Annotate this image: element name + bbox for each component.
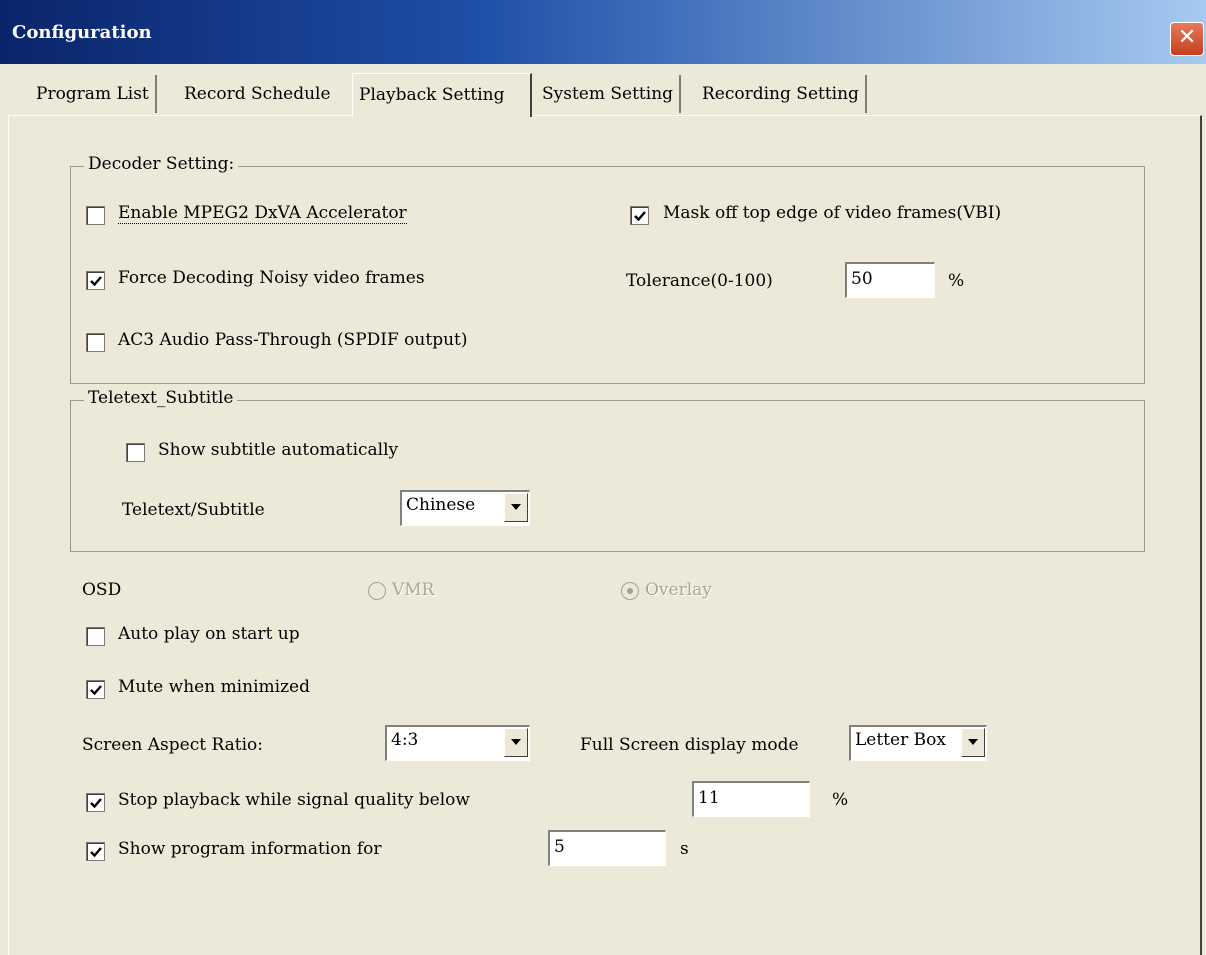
chevron-down-icon [968,739,978,745]
signal-quality-unit: % [832,790,849,810]
auto-play-label: Auto play on start up [118,624,300,644]
title-bar: Configuration ✕ [0,0,1206,64]
mask-vbi-label: Mask off top edge of video frames(VBI) [663,203,1002,223]
chevron-down-icon [511,504,521,510]
stop-playback-label: Stop playback while signal quality below [118,790,470,810]
ac3-label: AC3 Audio Pass-Through (SPDIF output) [118,330,468,350]
teletext-subtitle-title: Teletext_Subtitle [84,388,238,408]
tab-label: Playback Setting [359,85,505,105]
close-button[interactable]: ✕ [1170,22,1204,56]
check-icon [634,211,646,222]
show-info-unit: s [680,839,689,859]
check-icon [90,847,102,858]
osd-vmr-label: VMR [392,580,435,600]
osd-overlay-radio[interactable] [621,582,639,600]
check-icon [90,276,102,287]
stop-playback-checkbox[interactable] [86,793,105,812]
tab-system-setting[interactable]: System Setting [536,75,682,113]
aspect-ratio-select[interactable]: 4:3 [385,725,530,761]
chevron-down-icon [511,739,521,745]
tab-recording-setting[interactable]: Recording Setting [696,75,867,113]
tab-label: Program List [36,84,149,104]
show-info-seconds-input[interactable]: 5 [548,830,666,866]
fullscreen-mode-label: Full Screen display mode [580,735,799,755]
tolerance-unit: % [948,271,965,291]
check-icon [90,798,102,809]
tab-program-list[interactable]: Program List [30,75,157,113]
radio-selected-dot [627,588,633,594]
mask-vbi-checkbox[interactable] [630,206,649,225]
tab-label: Record Schedule [184,84,331,104]
tolerance-input[interactable]: 50 [845,262,935,298]
fullscreen-mode-value: Letter Box [855,730,946,750]
show-info-label: Show program information for [118,839,382,859]
mute-minimized-label: Mute when minimized [118,677,310,697]
tolerance-label: Tolerance(0-100) [626,271,773,291]
dropdown-button[interactable] [504,728,528,757]
force-decoding-checkbox[interactable] [86,271,105,290]
aspect-ratio-value: 4:3 [391,730,419,750]
close-icon: ✕ [1177,25,1197,50]
force-decoding-label: Force Decoding Noisy video frames [118,268,425,288]
subtitle-language-value: Chinese [406,495,476,515]
signal-quality-input[interactable]: 11 [692,781,810,817]
dropdown-button[interactable] [504,493,528,522]
tab-record-schedule[interactable]: Record Schedule [178,75,337,113]
osd-vmr-radio[interactable] [368,582,386,600]
mute-minimized-checkbox[interactable] [86,680,105,699]
tab-label: Recording Setting [702,84,859,104]
osd-overlay-label: Overlay [645,580,712,600]
window-title: Configuration [12,22,152,43]
aspect-ratio-label: Screen Aspect Ratio: [82,735,264,755]
dropdown-button[interactable] [961,728,985,757]
ac3-checkbox[interactable] [86,333,105,352]
auto-subtitle-checkbox[interactable] [126,443,145,462]
osd-label: OSD [82,580,122,600]
teletext-subtitle-group [70,400,1145,552]
fullscreen-mode-select[interactable]: Letter Box [849,725,987,761]
auto-play-checkbox[interactable] [86,627,105,646]
check-icon [90,685,102,696]
auto-subtitle-label: Show subtitle automatically [158,440,399,460]
subtitle-language-select[interactable]: Chinese [400,490,530,526]
dxva-label: Enable MPEG2 DxVA Accelerator [118,203,407,224]
tab-playback-setting[interactable]: Playback Setting [352,73,532,117]
tab-label: System Setting [542,84,674,104]
dxva-checkbox[interactable] [86,206,105,225]
subtitle-language-label: Teletext/Subtitle [122,500,265,520]
show-info-checkbox[interactable] [86,842,105,861]
decoder-setting-title: Decoder Setting: [84,154,239,174]
